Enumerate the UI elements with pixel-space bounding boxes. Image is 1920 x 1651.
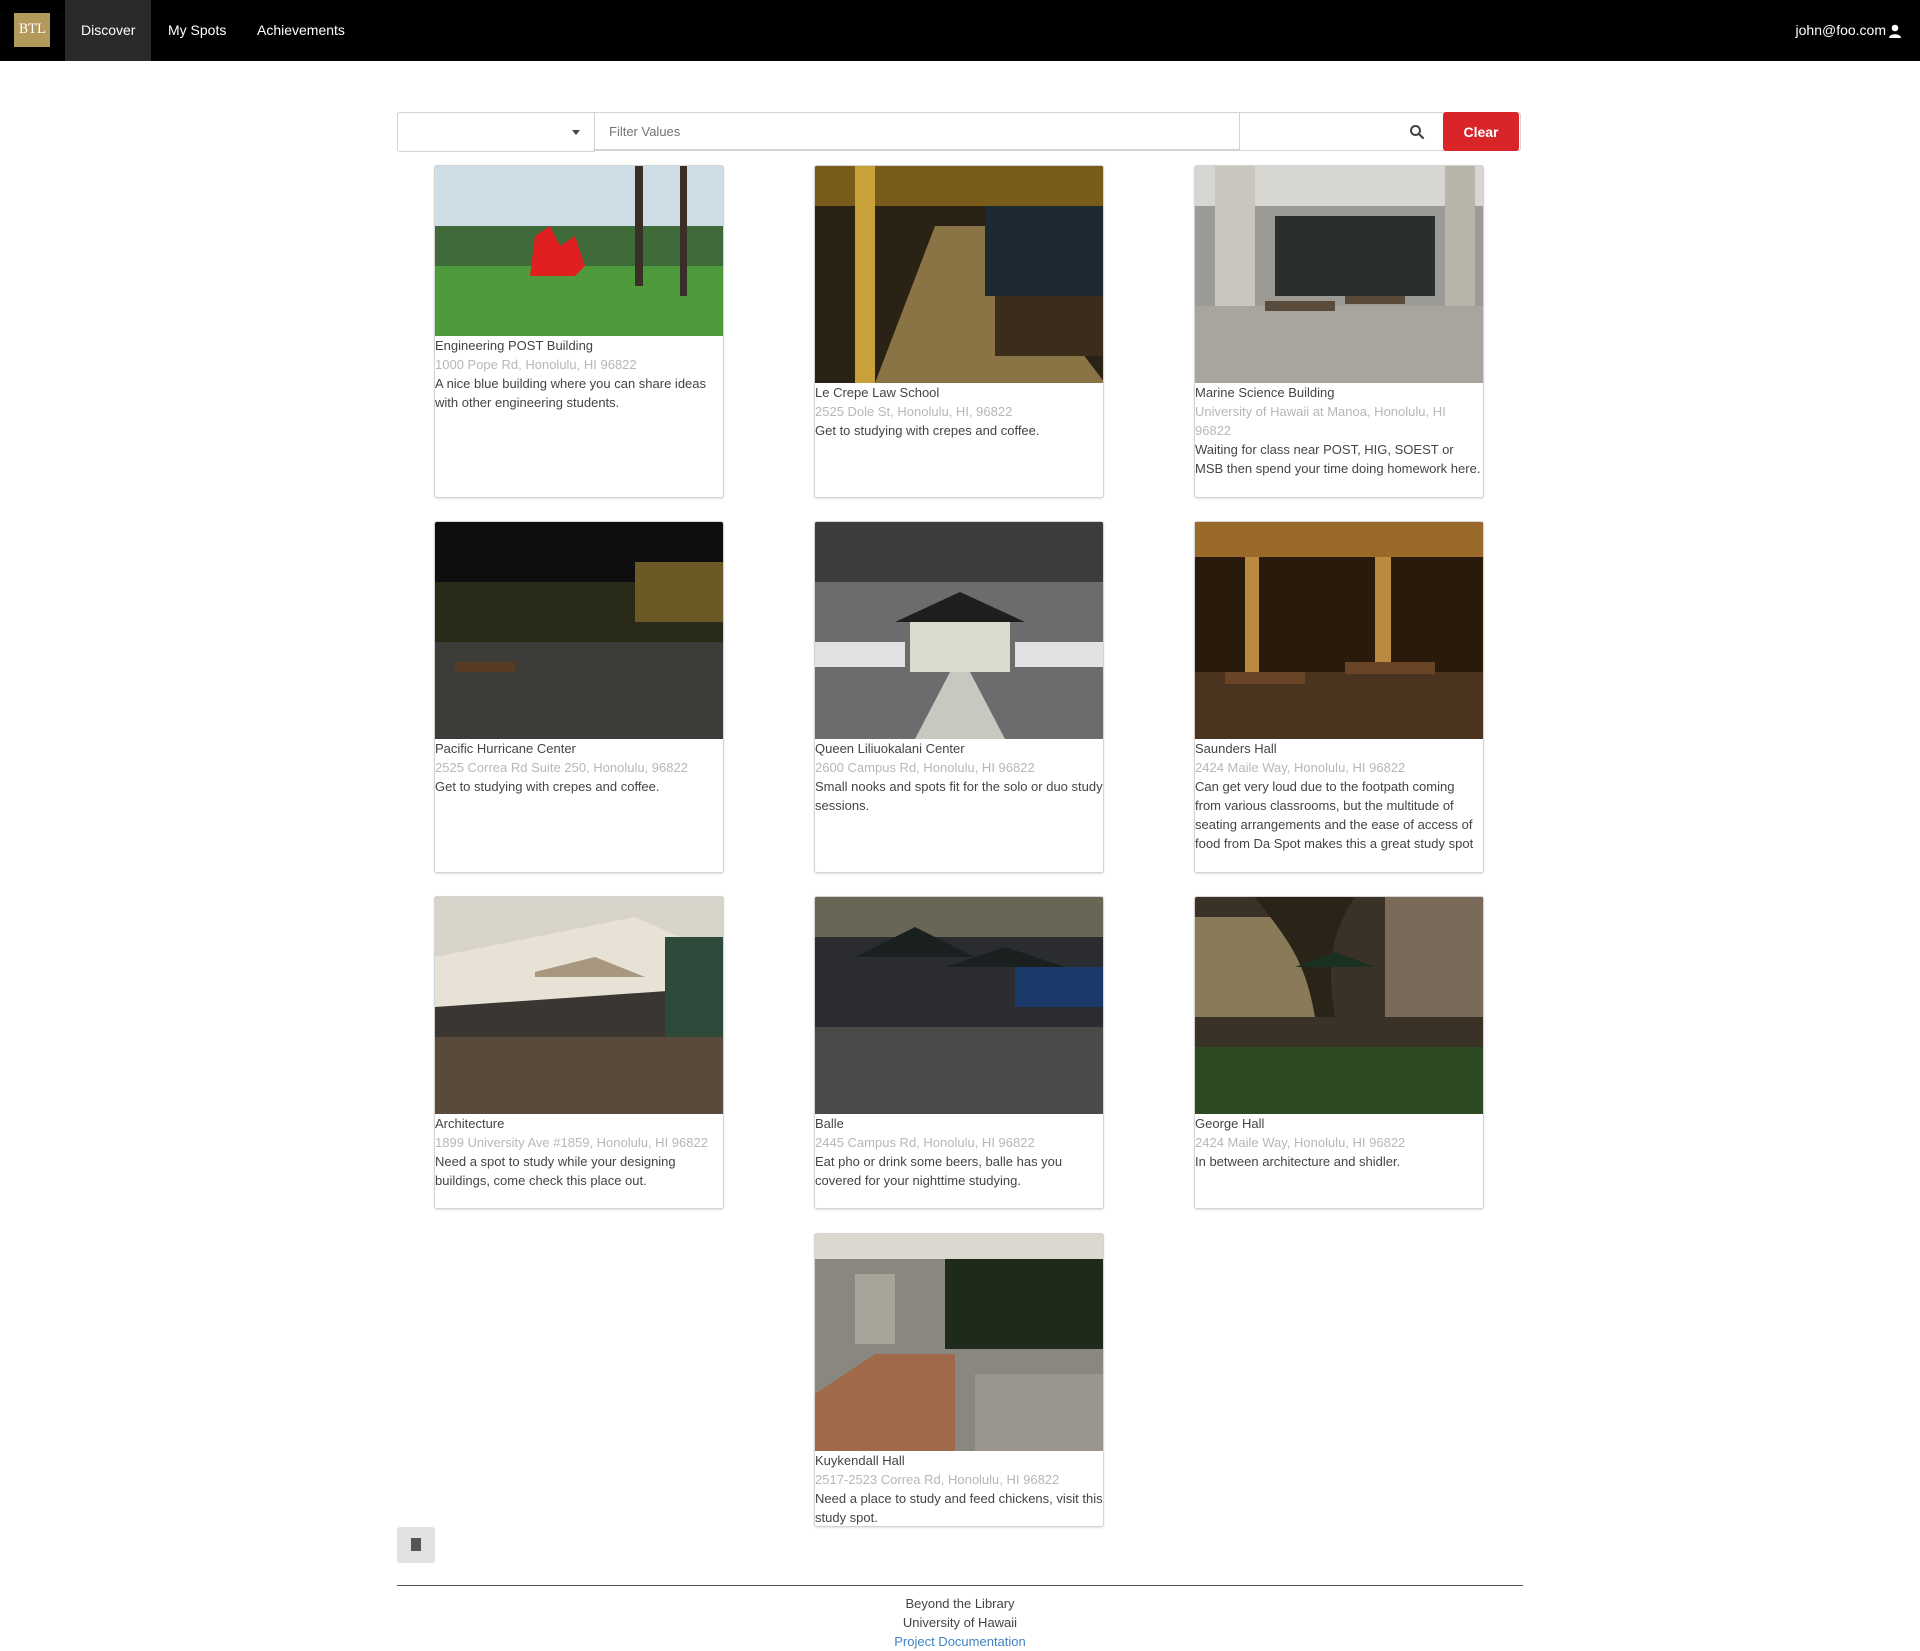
- spot-description: Need a spot to study while your designin…: [435, 1154, 676, 1188]
- project-documentation-link[interactable]: Project Documentation: [0, 1632, 1920, 1651]
- spot-image-le-crepe[interactable]: [815, 166, 1104, 383]
- footer-divider: [397, 1585, 1523, 1586]
- filter-bar: Clear: [397, 112, 1521, 152]
- spot-description: Small nooks and spots fit for the solo o…: [815, 779, 1103, 813]
- spot-address: 2525 Correa Rd Suite 250, Honolulu, 9682…: [435, 760, 688, 775]
- spot-address: 2525 Dole St, Honolulu, HI, 96822: [815, 404, 1013, 419]
- spot-card[interactable]: George Hall 2424 Maile Way, Honolulu, HI…: [1194, 896, 1484, 1209]
- spot-card[interactable]: Engineering POST Building 1000 Pope Rd, …: [434, 165, 724, 498]
- nav-my-spots[interactable]: My Spots: [152, 0, 242, 61]
- spot-address: 2424 Maile Way, Honolulu, HI 96822: [1195, 760, 1406, 775]
- footer-line-1: Beyond the Library: [905, 1596, 1015, 1611]
- spot-card[interactable]: Balle 2445 Campus Rd, Honolulu, HI 96822…: [814, 896, 1104, 1209]
- spot-image-queen-liliuokalani[interactable]: [815, 522, 1104, 739]
- spot-card[interactable]: Marine Science Building University of Ha…: [1194, 165, 1484, 498]
- spot-image-pacific-hurricane[interactable]: [435, 522, 724, 739]
- spot-description: Eat pho or drink some beers, balle has y…: [815, 1154, 1063, 1188]
- clear-button[interactable]: Clear: [1443, 112, 1519, 151]
- spot-description: Can get very loud due to the footpath co…: [1195, 779, 1474, 851]
- spot-address: 2445 Campus Rd, Honolulu, HI 96822: [815, 1135, 1035, 1150]
- spot-title: Marine Science Building: [1195, 385, 1335, 400]
- spot-address: 1899 University Ave #1859, Honolulu, HI …: [435, 1135, 708, 1150]
- spot-card[interactable]: Saunders Hall 2424 Maile Way, Honolulu, …: [1194, 521, 1484, 873]
- spot-address: 2424 Maile Way, Honolulu, HI 96822: [1195, 1135, 1406, 1150]
- spot-title: Le Crepe Law School: [815, 385, 940, 400]
- spot-image-kuykendall-hall[interactable]: [815, 1234, 1104, 1451]
- spot-image-engineering-post[interactable]: [435, 166, 724, 336]
- spot-card[interactable]: Kuykendall Hall 2517-2523 Correa Rd, Hon…: [814, 1233, 1104, 1527]
- spot-description: Need a place to study and feed chickens,…: [815, 1491, 1103, 1525]
- spot-title: Queen Liliuokalani Center: [815, 741, 965, 756]
- spot-title: Engineering POST Building: [435, 338, 594, 353]
- user-email: john@foo.com: [1795, 22, 1886, 38]
- spot-card[interactable]: Le Crepe Law School 2525 Dole St, Honolu…: [814, 165, 1104, 498]
- spot-description: Waiting for class near POST, HIG, SOEST …: [1195, 442, 1481, 476]
- filter-values-input[interactable]: [607, 123, 1191, 140]
- spot-address: 2600 Campus Rd, Honolulu, HI 96822: [815, 760, 1035, 775]
- top-navbar: BTL Discover My Spots Achievements john@…: [0, 0, 1920, 61]
- spot-image-marine-science[interactable]: [1195, 166, 1484, 383]
- spot-title: Pacific Hurricane Center: [435, 741, 576, 756]
- user-icon: [1889, 24, 1901, 38]
- spot-image-saunders-hall[interactable]: [1195, 522, 1484, 739]
- spot-description: Get to studying with crepes and coffee.: [815, 423, 1040, 438]
- nav-achievements[interactable]: Achievements: [241, 0, 361, 61]
- footer-line-2: University of Hawaii: [902, 1615, 1018, 1630]
- search-icon[interactable]: [1409, 124, 1425, 140]
- footer: Beyond the Library University of Hawaii …: [0, 1594, 1920, 1651]
- spot-card[interactable]: Queen Liliuokalani Center 2600 Campus Rd…: [814, 521, 1104, 873]
- file-icon: [411, 1538, 421, 1551]
- nav-discover[interactable]: Discover: [65, 0, 152, 61]
- spot-title: Balle: [815, 1116, 844, 1131]
- spot-address: University of Hawaii at Manoa, Honolulu,…: [1195, 404, 1446, 438]
- btl-logo[interactable]: BTL: [14, 13, 50, 47]
- spot-address: 1000 Pope Rd, Honolulu, HI 96822: [435, 357, 637, 372]
- filter-field-select[interactable]: [397, 112, 595, 152]
- spot-card[interactable]: Architecture 1899 University Ave #1859, …: [434, 896, 724, 1209]
- spot-title: George Hall: [1195, 1116, 1265, 1131]
- user-menu[interactable]: john@foo.com: [1796, 0, 1902, 61]
- dropdown-caret-icon: [572, 130, 580, 135]
- spot-image-balle[interactable]: [815, 897, 1104, 1114]
- spot-description: A nice blue building where you can share…: [435, 376, 707, 410]
- filter-input-wrapper: [593, 112, 1240, 150]
- spot-image-architecture[interactable]: [435, 897, 724, 1114]
- spot-image-george-hall[interactable]: [1195, 897, 1484, 1114]
- spot-title: Architecture: [435, 1116, 505, 1131]
- spot-card[interactable]: Pacific Hurricane Center 2525 Correa Rd …: [434, 521, 724, 873]
- spot-title: Kuykendall Hall: [815, 1453, 905, 1468]
- spot-description: Get to studying with crepes and coffee.: [435, 779, 660, 794]
- spot-description: In between architecture and shidler.: [1195, 1154, 1401, 1169]
- spot-title: Saunders Hall: [1195, 741, 1277, 756]
- documentation-button[interactable]: [397, 1527, 435, 1563]
- spot-address: 2517-2523 Correa Rd, Honolulu, HI 96822: [815, 1472, 1060, 1487]
